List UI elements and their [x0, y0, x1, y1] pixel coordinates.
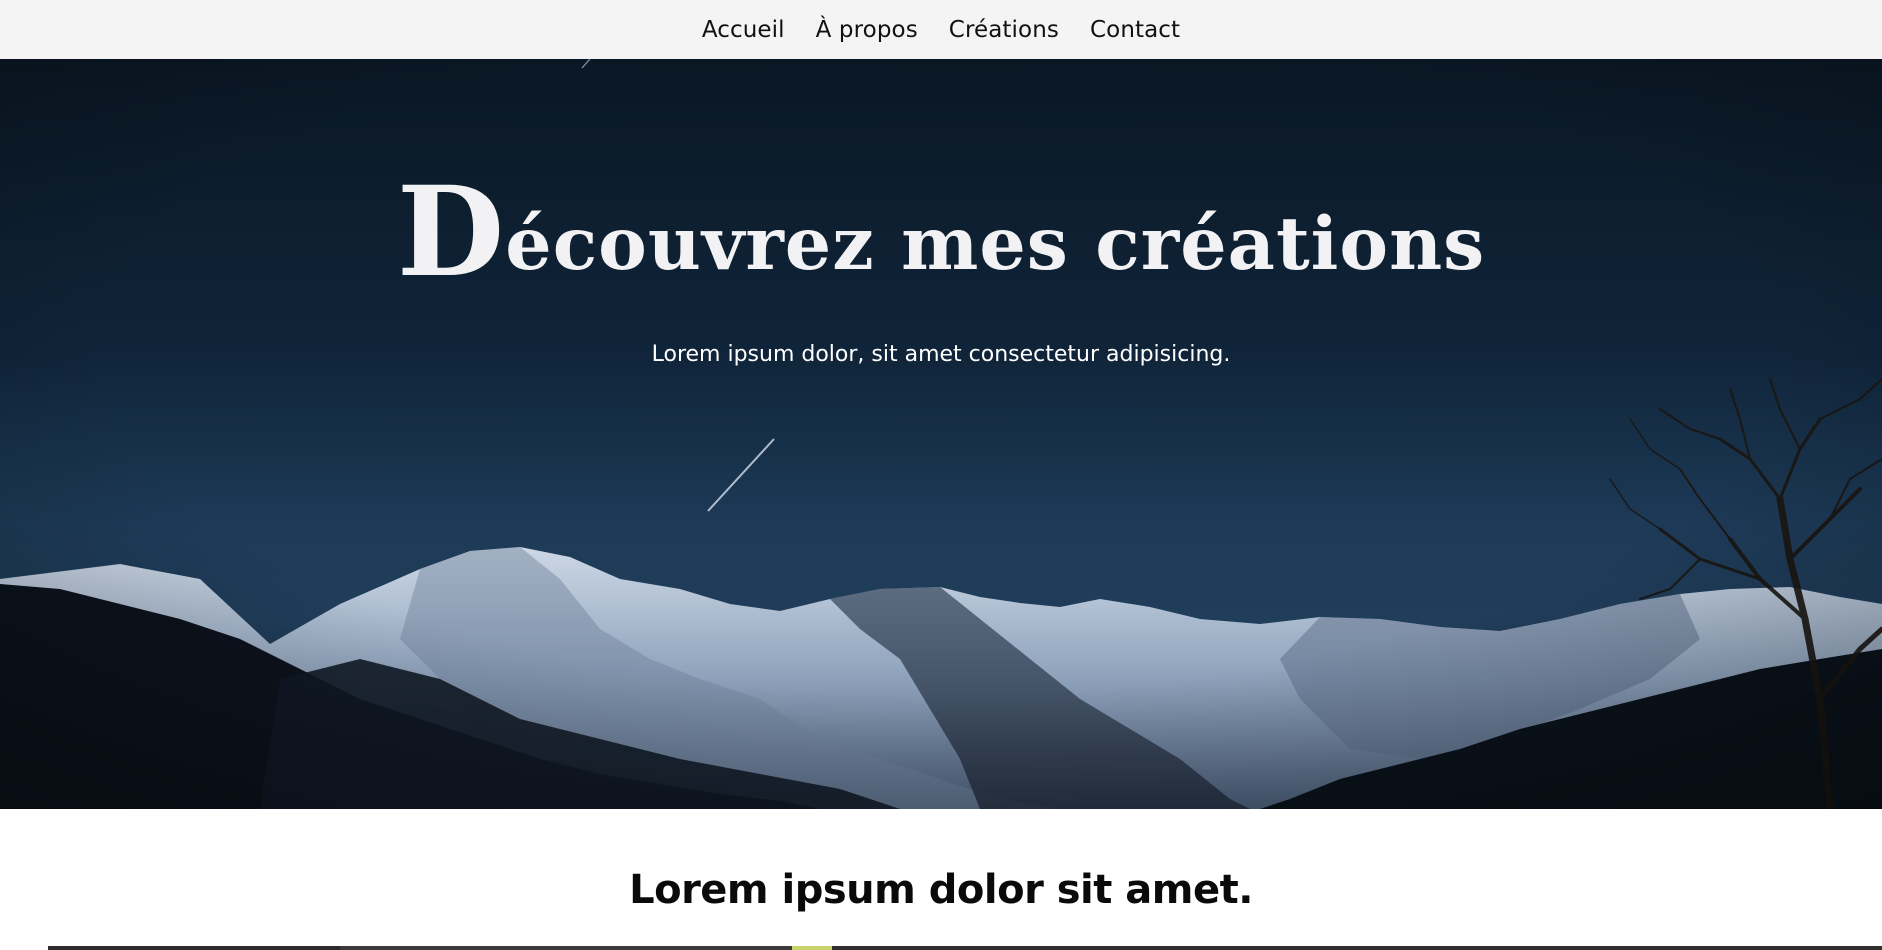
section-heading: Lorem ipsum dolor sit amet. — [629, 867, 1253, 913]
hero-section: Découvrez mes créations Lorem ipsum dolo… — [0, 59, 1882, 809]
nav-item-contact: Contact — [1090, 17, 1180, 43]
nav-list: Accueil À propos Créations Contact — [702, 17, 1180, 43]
nav-item-a-propos: À propos — [816, 17, 918, 43]
top-navigation: Accueil À propos Créations Contact — [0, 0, 1882, 59]
nav-link-contact[interactable]: Contact — [1090, 17, 1180, 43]
next-section-edge — [0, 946, 1882, 950]
nav-item-creations: Créations — [949, 17, 1059, 43]
edge-segment — [792, 946, 832, 950]
hero-title: Découvrez mes créations — [0, 171, 1882, 295]
hero-subtitle: Lorem ipsum dolor, sit amet consectetur … — [651, 342, 1231, 367]
edge-segment — [832, 946, 1882, 950]
hero-title-drop-letter: D — [396, 160, 506, 305]
edge-segment — [0, 946, 48, 950]
nav-link-a-propos[interactable]: À propos — [816, 17, 918, 43]
content-section: Lorem ipsum dolor sit amet. — [0, 809, 1882, 950]
edge-segment — [340, 946, 792, 950]
nav-link-creations[interactable]: Créations — [949, 17, 1059, 43]
nav-link-accueil[interactable]: Accueil — [702, 17, 785, 43]
edge-segment — [48, 946, 340, 950]
hero-title-rest: écouvrez mes créations — [505, 201, 1486, 287]
nav-item-accueil: Accueil — [702, 17, 785, 43]
